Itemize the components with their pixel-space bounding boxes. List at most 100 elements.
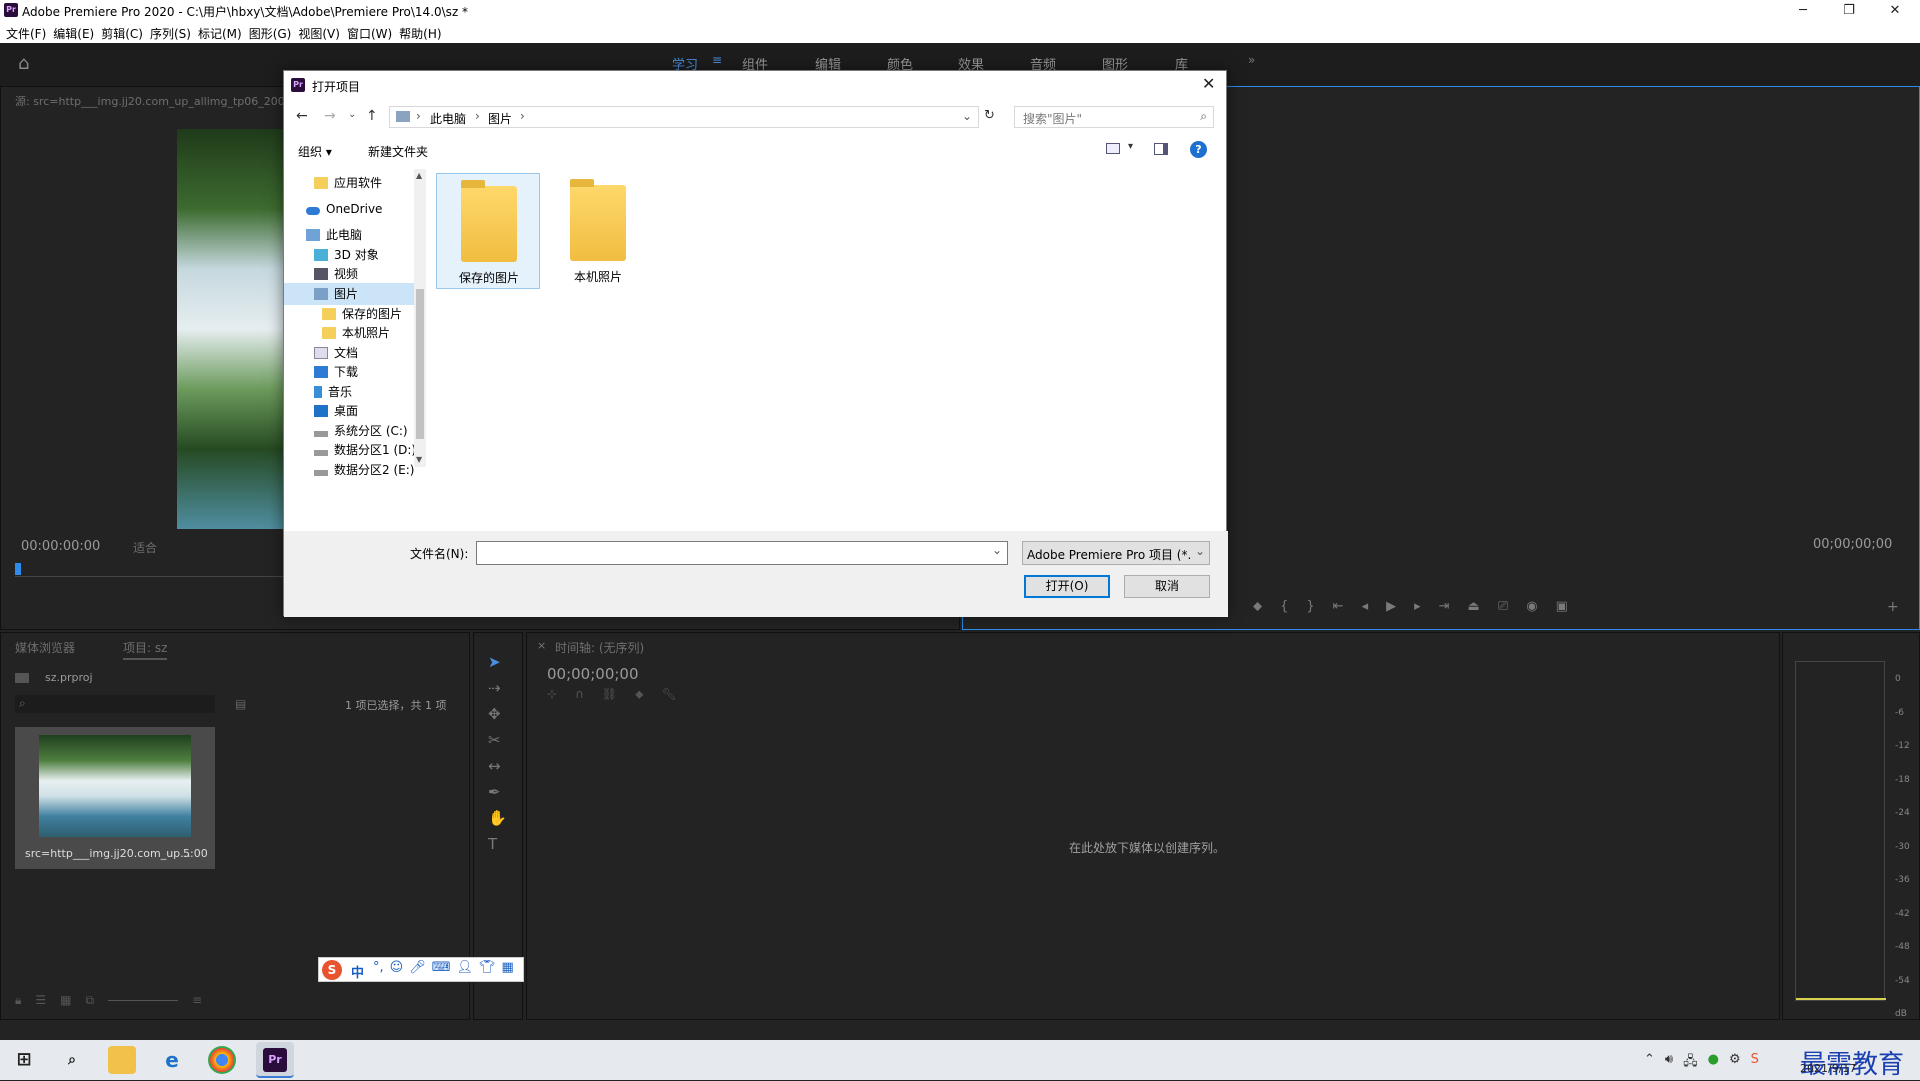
add-button-icon[interactable]: +: [1887, 599, 1899, 615]
settings-icon[interactable]: ⚙: [1729, 1052, 1741, 1074]
nav-item-camera-roll[interactable]: 本机照片: [322, 322, 390, 344]
nav-item-onedrive[interactable]: OneDrive: [306, 198, 382, 220]
nav-item-apps[interactable]: 应用软件: [314, 172, 382, 194]
breadcrumb-pictures[interactable]: 图片: [488, 110, 512, 127]
help-icon[interactable]: ?: [1190, 141, 1207, 158]
organize-button[interactable]: 组织 ▾: [298, 143, 332, 160]
step-back-icon[interactable]: ◂: [1362, 599, 1369, 614]
source-time-ruler[interactable]: [15, 561, 285, 577]
scroll-down-icon[interactable]: ▼: [416, 455, 422, 464]
network-icon[interactable]: 🖧: [1683, 1052, 1698, 1074]
nav-item-pictures[interactable]: 图片: [284, 283, 414, 305]
emoji-icon[interactable]: ☺: [390, 960, 404, 975]
workspace-menu-icon[interactable]: ≡: [712, 53, 722, 67]
nest-icon[interactable]: ⊹: [547, 687, 557, 702]
back-arrow-icon[interactable]: ←: [296, 108, 308, 124]
nav-item-this-pc[interactable]: 此电脑: [306, 224, 362, 246]
go-to-out-icon[interactable]: ⇥: [1439, 599, 1450, 614]
breadcrumb-this-pc[interactable]: 此电脑: [430, 110, 466, 127]
project-search-input[interactable]: ⌕: [15, 695, 215, 713]
open-button[interactable]: 打开(O): [1024, 575, 1110, 598]
preview-pane-icon[interactable]: [1154, 143, 1168, 155]
pen-tool-icon[interactable]: ✒: [488, 783, 507, 801]
new-folder-button[interactable]: 新建文件夹: [368, 143, 428, 160]
edge-browser-icon[interactable]: e: [158, 1046, 186, 1074]
chrome-browser-icon[interactable]: [208, 1046, 236, 1074]
filename-dropdown-icon[interactable]: ⌄: [992, 543, 1002, 557]
sort-icon[interactable]: ≡: [192, 993, 202, 1008]
tab-project[interactable]: 项目: sz: [123, 639, 168, 660]
chevron-up-icon[interactable]: ⌃: [1644, 1052, 1655, 1074]
user-icon[interactable]: 👤︎: [456, 960, 473, 975]
add-marker-icon[interactable]: ⬥: [1253, 599, 1262, 614]
wrench-icon[interactable]: 🔧︎: [662, 687, 677, 702]
navigation-scrollbar[interactable]: ▲ ▼: [414, 169, 426, 467]
sogou-tray-icon[interactable]: S: [1751, 1052, 1759, 1074]
lift-icon[interactable]: ⏏: [1468, 599, 1480, 614]
microphone-icon[interactable]: 🎤︎: [409, 960, 426, 975]
search-icon[interactable]: ⌕: [58, 1046, 86, 1074]
export-frame-icon[interactable]: ◉: [1526, 599, 1537, 614]
security-icon[interactable]: ●: [1708, 1052, 1719, 1074]
ime-mode[interactable]: 中: [351, 962, 364, 981]
scrollbar-thumb[interactable]: [416, 289, 424, 439]
menu-view[interactable]: 视图(V): [298, 22, 347, 43]
menu-window[interactable]: 窗口(W): [347, 22, 399, 43]
menu-sequence[interactable]: 序列(S): [150, 22, 198, 43]
extract-icon[interactable]: ⎚: [1498, 599, 1508, 614]
premiere-taskbar-button[interactable]: Pr: [256, 1042, 294, 1078]
sogou-icon[interactable]: S: [322, 960, 342, 980]
nav-item-videos[interactable]: 视频: [314, 263, 358, 285]
play-icon[interactable]: ▶: [1386, 599, 1396, 614]
up-arrow-icon[interactable]: ↑: [366, 108, 378, 124]
address-bar[interactable]: › 此电脑 › 图片 › ⌄: [389, 106, 979, 128]
ripple-edit-tool-icon[interactable]: ✥: [488, 705, 507, 723]
zoom-slider[interactable]: [108, 993, 179, 1001]
nav-item-desktop[interactable]: 桌面: [314, 400, 358, 422]
minimize-button[interactable]: ─: [1780, 0, 1826, 22]
folder-item-saved-pictures[interactable]: 保存的图片: [436, 173, 540, 289]
freeform-view-icon[interactable]: ⧉: [86, 993, 95, 1008]
menu-graphics[interactable]: 图形(G): [249, 22, 299, 43]
more-workspaces-icon[interactable]: »: [1248, 53, 1255, 67]
lock-icon[interactable]: 🔒︎: [15, 993, 21, 1008]
folder-item-camera-roll[interactable]: 本机照片: [546, 173, 650, 289]
nav-item-drive-e[interactable]: 数据分区2 (E:): [314, 459, 414, 481]
source-playhead[interactable]: [15, 563, 21, 575]
step-forward-icon[interactable]: ▸: [1414, 599, 1421, 614]
program-timecode[interactable]: 00;00;00;00: [1813, 537, 1892, 552]
comparison-view-icon[interactable]: ▣: [1556, 599, 1568, 614]
toolbox-icon[interactable]: ▦: [502, 960, 514, 975]
selection-tool-icon[interactable]: ➤: [488, 653, 507, 671]
type-tool-icon[interactable]: T: [488, 835, 507, 853]
nav-item-downloads[interactable]: 下载: [314, 361, 358, 383]
close-timeline-icon[interactable]: ×: [537, 639, 546, 652]
restore-button[interactable]: ❐: [1826, 0, 1872, 22]
mark-out-icon[interactable]: }: [1306, 599, 1314, 614]
project-clip-item[interactable]: src=http___img.jj20.com_up... 5:00: [15, 727, 215, 869]
view-options-icon[interactable]: [1106, 143, 1120, 154]
menu-file[interactable]: 文件(F): [6, 22, 53, 43]
punctuation-icon[interactable]: °,: [373, 960, 384, 975]
hand-tool-icon[interactable]: ✋: [488, 809, 507, 827]
snap-icon[interactable]: ∩: [575, 687, 584, 702]
forward-arrow-icon[interactable]: →: [324, 108, 336, 124]
add-marker-icon[interactable]: ⬥: [635, 687, 643, 702]
nav-item-drive-d[interactable]: 数据分区1 (D:): [314, 439, 416, 461]
list-view-icon[interactable]: ☰: [35, 993, 46, 1008]
view-dropdown-icon[interactable]: ▾: [1128, 141, 1133, 152]
home-icon[interactable]: ⌂: [18, 53, 38, 74]
menu-help[interactable]: 帮助(H): [399, 22, 448, 43]
windows-start-icon[interactable]: ⊞: [10, 1046, 38, 1074]
timeline-timecode[interactable]: 00;00;00;00: [547, 665, 639, 683]
razor-tool-icon[interactable]: ✂: [488, 731, 507, 749]
menu-edit[interactable]: 编辑(E): [53, 22, 101, 43]
timeline-tab[interactable]: 时间轴: (无序列): [555, 639, 644, 656]
linked-selection-icon[interactable]: ⛓: [602, 687, 617, 702]
file-explorer-icon[interactable]: [108, 1046, 136, 1074]
dialog-close-icon[interactable]: ✕: [1202, 74, 1215, 93]
menu-clip[interactable]: 剪辑(C): [101, 22, 150, 43]
source-fit-dropdown[interactable]: 适合: [133, 539, 157, 556]
track-select-tool-icon[interactable]: ⇢: [488, 679, 507, 697]
mark-in-icon[interactable]: {: [1280, 599, 1288, 614]
